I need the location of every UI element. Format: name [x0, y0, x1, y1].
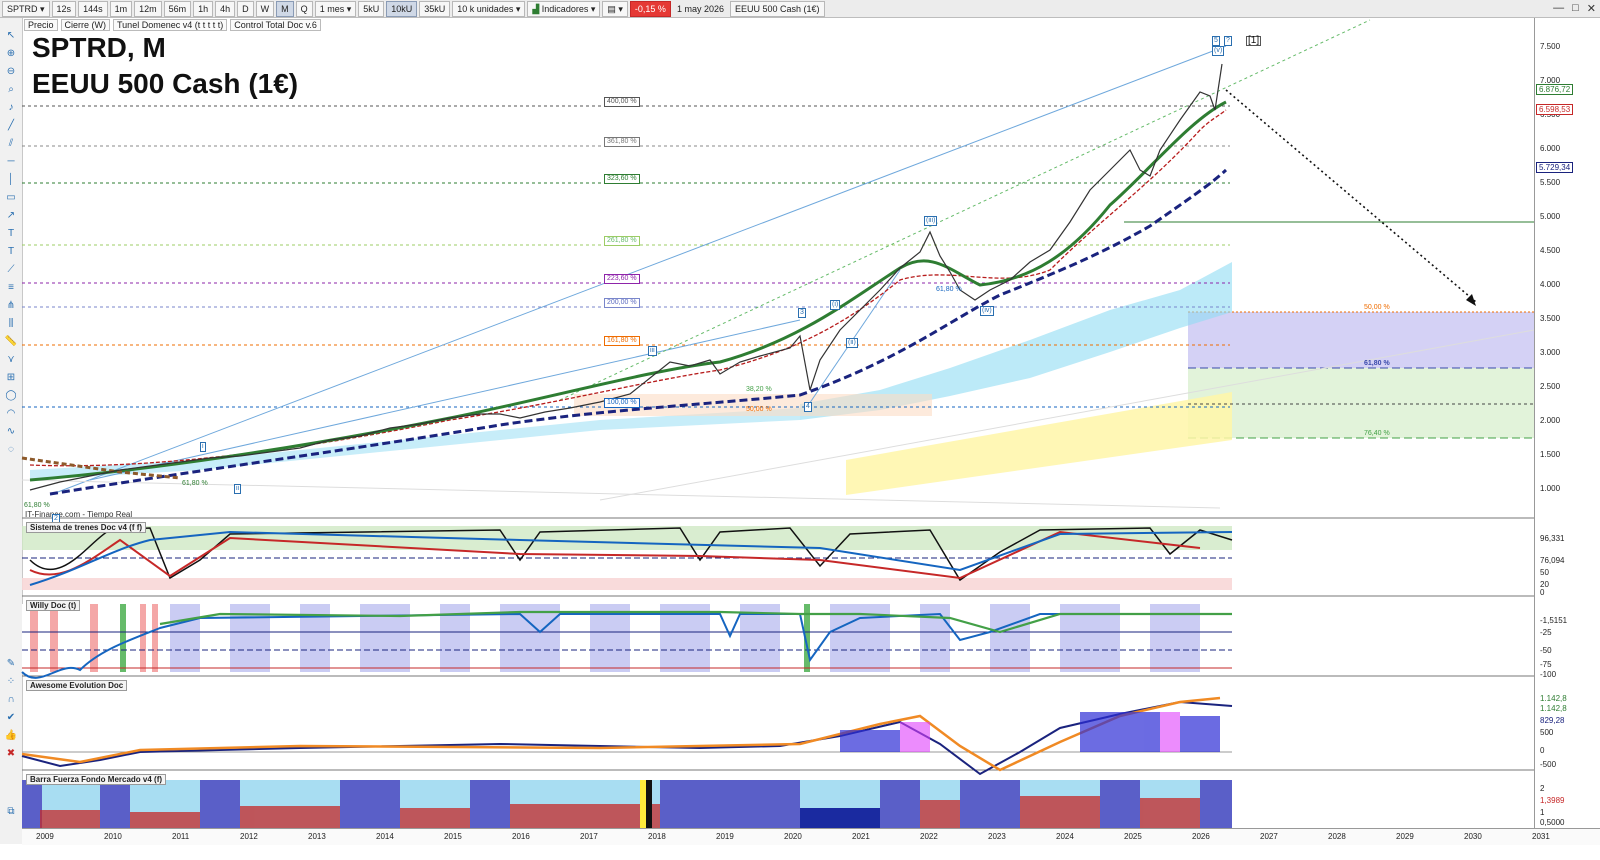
wave-4-label: 4	[804, 402, 812, 412]
wave-iii-label: (iii)	[924, 216, 938, 226]
retracement-764: 76,40 %	[1364, 430, 1390, 437]
price-tag-close: 6.876,72	[1536, 84, 1574, 95]
wave-b-label: ii	[234, 484, 242, 494]
price-tag-trend: 5.729,34	[1536, 162, 1574, 173]
time-axis[interactable]	[22, 828, 1600, 845]
year-label: 2020	[784, 832, 802, 841]
year-label: 2017	[580, 832, 598, 841]
price-tick: 2.000	[1540, 416, 1561, 425]
projection-zone-50	[1188, 312, 1534, 368]
price-tick: 1.000	[1540, 484, 1561, 493]
ind4-tick: 1	[1540, 808, 1545, 817]
fib-618-label-a: 61,80 %	[936, 286, 962, 293]
year-label: 2026	[1192, 832, 1210, 841]
retracement-618: 61,80 %	[1364, 360, 1390, 367]
fib-50-label: 50,00 %	[746, 406, 772, 413]
year-label: 2015	[444, 832, 462, 841]
price-tick: 5.000	[1540, 212, 1561, 221]
ind4-tick: 0,5000	[1540, 818, 1565, 827]
year-label: 2012	[240, 832, 258, 841]
year-label: 2023	[988, 832, 1006, 841]
year-label: 2031	[1532, 832, 1550, 841]
wave-v-label: (v)	[1212, 46, 1225, 56]
projection-arrow	[1225, 89, 1477, 303]
fib-100: 100,00 %	[604, 398, 640, 408]
wave-ii-label: (ii)	[846, 338, 858, 348]
chart-title: SPTRD, M	[32, 32, 166, 63]
ind4-tick: 1,3989	[1540, 796, 1565, 805]
wave-a-label: i	[200, 442, 206, 452]
wave-1-label: [1]	[1246, 35, 1262, 46]
wave-5-label: 5	[1212, 36, 1220, 46]
fib-161: 161,80 %	[604, 336, 640, 346]
price-tag-red: 6.598,53	[1536, 104, 1574, 115]
price-tick: 2.500	[1540, 382, 1561, 391]
retracement-50: 50,00 %	[1364, 304, 1390, 311]
wave-i-label: (i)	[830, 300, 841, 310]
year-label: 2009	[36, 832, 54, 841]
ind1-tick: 0	[1540, 588, 1545, 597]
year-label: 2024	[1056, 832, 1074, 841]
ind3-tick: 829,28	[1540, 716, 1565, 725]
year-label: 2016	[512, 832, 530, 841]
ind3-tick: 500	[1540, 728, 1554, 737]
ind2-tick: -25	[1540, 628, 1552, 637]
fib-261: 261,80 %	[604, 236, 640, 246]
price-tick: 7.500	[1540, 42, 1561, 51]
ind2-tick: -75	[1540, 660, 1552, 669]
ind2-tick: -50	[1540, 646, 1552, 655]
ind3-tick: -500	[1540, 760, 1557, 769]
year-label: 2022	[920, 832, 938, 841]
ind1-tick: 96,331	[1540, 534, 1565, 543]
fib-618-label-b: 61,80 %	[182, 480, 208, 487]
price-tick: 6.000	[1540, 144, 1561, 153]
price-tick: 1.500	[1540, 450, 1561, 459]
year-label: 2013	[308, 832, 326, 841]
year-label: 2019	[716, 832, 734, 841]
wave-3-label: 3	[798, 308, 806, 318]
chart-canvas[interactable]	[0, 0, 1600, 860]
ind3-tick: 1.142,8	[1540, 704, 1567, 713]
price-tick: 3.500	[1540, 314, 1561, 323]
price-tick: 4.500	[1540, 246, 1561, 255]
year-label: 2027	[1260, 832, 1278, 841]
panel-awesome-label[interactable]: Awesome Evolution Doc	[26, 680, 128, 691]
year-label: 2014	[376, 832, 394, 841]
fib-400: 400,00 %	[604, 97, 640, 107]
ind3-tick: 0	[1540, 746, 1545, 755]
fib-200: 200,00 %	[604, 298, 640, 308]
panel-barra-label[interactable]: Barra Fuerza Fondo Mercado v4 (f)	[26, 774, 167, 785]
wave-question-label: ?	[1224, 36, 1232, 46]
wave-c-label: iii	[648, 346, 657, 356]
data-source-label: IT-Finance.com - Tiempo Real	[25, 510, 133, 519]
year-label: 2030	[1464, 832, 1482, 841]
ind4-tick: 2	[1540, 784, 1545, 793]
projection-zone-618	[1188, 368, 1534, 438]
fib-382-label: 38,20 %	[746, 386, 772, 393]
year-label: 2029	[1396, 832, 1414, 841]
ind3-tick: 1.142,8	[1540, 694, 1567, 703]
year-label: 2028	[1328, 832, 1346, 841]
year-label: 2010	[104, 832, 122, 841]
year-label: 2025	[1124, 832, 1142, 841]
ind2-tick: -100	[1540, 670, 1557, 679]
price-tick: 3.000	[1540, 348, 1561, 357]
fib-618-label-c: 61,80 %	[24, 502, 50, 509]
year-label: 2018	[648, 832, 666, 841]
panel-willy-label[interactable]: Willy Doc (t)	[26, 600, 81, 611]
wave-iv-label: (iv)	[980, 306, 994, 316]
ind1-tick: 76,094	[1540, 556, 1565, 565]
panel-trains-label[interactable]: Sistema de trenes Doc v4 (f f)	[26, 522, 147, 533]
year-label: 2021	[852, 832, 870, 841]
ind1-tick: 50	[1540, 568, 1549, 577]
fib-223: 223,60 %	[604, 274, 640, 284]
year-label: 2011	[172, 832, 190, 841]
fib-323: 323,60 %	[604, 174, 640, 184]
chart-subtitle: EEUU 500 Cash (1€)	[32, 68, 299, 99]
price-tick: 5.500	[1540, 178, 1561, 187]
ind2-tick: -1,5151	[1540, 616, 1568, 625]
price-tick: 4.000	[1540, 280, 1561, 289]
fib-361: 361,80 %	[604, 137, 640, 147]
